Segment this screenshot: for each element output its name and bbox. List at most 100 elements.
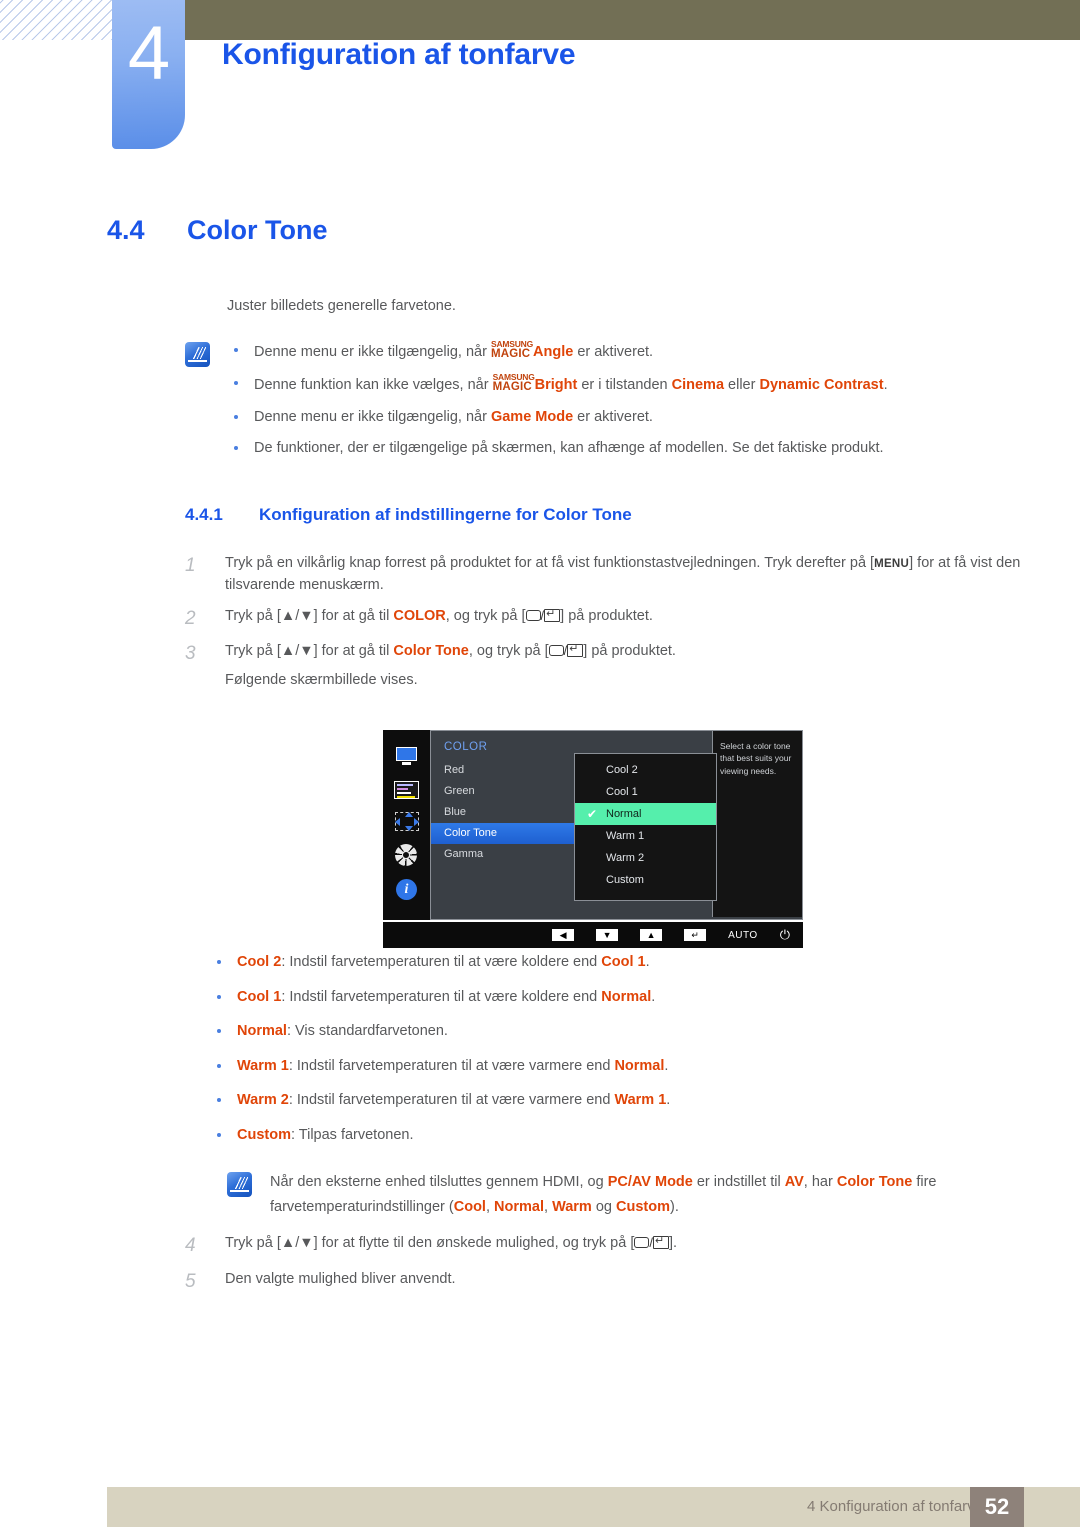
osd-row-blue[interactable]: Blue bbox=[431, 802, 556, 823]
feature-name: Bright bbox=[534, 377, 578, 394]
section-title: Color Tone bbox=[187, 215, 328, 245]
header-band bbox=[185, 0, 1080, 40]
osd-help-text: Select a color tone that best suits your… bbox=[712, 731, 802, 917]
option-term: Cool 1 bbox=[237, 988, 282, 1005]
note-text: De funktioner, der er tilgængelige på sk… bbox=[254, 440, 884, 457]
option-ref: Warm bbox=[552, 1199, 592, 1216]
list-item: Warm 2: Indstil farvetemperaturen til at… bbox=[211, 1090, 1026, 1111]
step-number: 2 bbox=[185, 607, 196, 629]
note-top: Denne menu er ikke tilgængelig, når SAMS… bbox=[185, 340, 1025, 470]
option-period: . bbox=[666, 1092, 671, 1109]
note-text: Denne menu er ikke tilgængelig, når bbox=[254, 343, 491, 360]
osd-option-cool-1[interactable]: Cool 1 bbox=[575, 781, 716, 803]
chapter-title: Konfiguration af tonfarve bbox=[222, 38, 576, 71]
option-period: . bbox=[664, 1057, 669, 1074]
note-conjunction: eller bbox=[724, 377, 760, 394]
osd-key-down[interactable]: ▼ bbox=[596, 929, 619, 941]
osd-menu-panel: COLOR Red Green Blue Color Tone Gamma Co… bbox=[430, 730, 803, 920]
step-text: Tryk på [▲/▼] for at gå til Color Tone, … bbox=[225, 640, 676, 691]
subsection-heading: 4.4.1 Konfiguration af indstillingerne f… bbox=[185, 505, 632, 525]
section-intro: Juster billedets generelle farvetone. bbox=[227, 298, 456, 314]
osd-option-warm-1[interactable]: Warm 1 bbox=[575, 825, 716, 847]
note-top-list: Denne menu er ikke tilgængelig, når SAMS… bbox=[228, 340, 888, 459]
menu-target-label: Color Tone bbox=[393, 643, 469, 660]
menu-ref: PC/AV Mode bbox=[607, 1174, 693, 1190]
feature-name: Game Mode bbox=[490, 408, 574, 425]
header-hatch-decoration bbox=[0, 0, 112, 40]
option-term: Warm 2 bbox=[237, 1092, 289, 1109]
note-text-end: er aktiveret. bbox=[573, 408, 653, 425]
footer-chapter-label: 4 Konfiguration af tonfarve bbox=[807, 1498, 983, 1515]
step-text-part: Tryk på [▲/▼] for at gå til bbox=[225, 643, 394, 660]
section-heading: 4.4 Color Tone bbox=[107, 215, 967, 246]
option-ref: Normal bbox=[601, 988, 652, 1005]
option-desc: : Indstil farvetemperaturen til at være … bbox=[288, 1092, 615, 1109]
monitor-icon[interactable] bbox=[393, 746, 420, 768]
step-text-part: Tryk på [▲/▼] for at flytte til den ønsk… bbox=[225, 1235, 635, 1251]
step-extra-text: Følgende skærmbillede vises. bbox=[225, 671, 418, 688]
osd-button-bar: ◀ ▼ ▲ ↵ AUTO ⏻ bbox=[383, 922, 803, 948]
osd-key-left[interactable]: ◀ bbox=[552, 929, 575, 941]
step-item: 3 Tryk på [▲/▼] for at gå til Color Tone… bbox=[185, 640, 1025, 691]
osd-row-green[interactable]: Green bbox=[431, 781, 556, 802]
note-pen-icon bbox=[185, 342, 210, 367]
chapter-number-badge: 4 bbox=[112, 0, 185, 149]
enter-button-icon bbox=[653, 1233, 669, 1250]
osd-key-up[interactable]: ▲ bbox=[640, 929, 663, 941]
samsung-magic-logo: SAMSUNG MAGIC bbox=[493, 373, 535, 392]
osd-menu-list: COLOR Red Green Blue Color Tone Gamma bbox=[431, 731, 612, 919]
step-item: 5 Den valgte mulighed bliver anvendt. bbox=[185, 1268, 1025, 1296]
osd-key-enter[interactable]: ↵ bbox=[684, 929, 707, 941]
step-number: 1 bbox=[185, 555, 196, 576]
option-ref: Cool bbox=[453, 1199, 486, 1216]
menu-key-label: MENU bbox=[874, 558, 910, 570]
move-icon[interactable] bbox=[394, 812, 419, 831]
osd-auto-label[interactable]: AUTO bbox=[728, 930, 758, 941]
step-number: 5 bbox=[185, 1270, 196, 1292]
step-text-part: , og tryk på [ bbox=[468, 643, 549, 660]
osd-window: COLOR Red Green Blue Color Tone Gamma Co… bbox=[383, 730, 803, 920]
step-item: 4 Tryk på [▲/▼] for at flytte til den øn… bbox=[185, 1232, 1025, 1260]
note-text: Denne menu er ikke tilgængelig, når bbox=[254, 408, 491, 425]
step-text: Den valgte mulighed bliver anvendt. bbox=[225, 1270, 456, 1287]
step-text: Tryk på [▲/▼] for at flytte til den ønsk… bbox=[225, 1232, 677, 1260]
note-bottom: Når den eksterne enhed tilsluttes gennem… bbox=[227, 1170, 1017, 1221]
step-text-part: Tryk på [▲/▼] for at gå til bbox=[225, 607, 394, 624]
osd-option-warm-2[interactable]: Warm 2 bbox=[575, 847, 716, 869]
step-item: 2 Tryk på [▲/▼] for at gå til COLOR, og … bbox=[185, 605, 1025, 633]
list-item: Denne menu er ikke tilgængelig, når Game… bbox=[228, 407, 888, 428]
option-ref: Dynamic Contrast bbox=[759, 377, 884, 394]
note-text: , bbox=[544, 1199, 553, 1216]
osd-row-gamma[interactable]: Gamma bbox=[431, 844, 556, 865]
steps-list-tail: 4 Tryk på [▲/▼] for at flytte til den øn… bbox=[185, 1232, 1025, 1303]
list-item: Warm 1: Indstil farvetemperaturen til at… bbox=[211, 1056, 1026, 1077]
info-icon[interactable] bbox=[393, 879, 420, 901]
osd-option-custom[interactable]: Custom bbox=[575, 869, 716, 891]
menu-ref: Color Tone bbox=[836, 1174, 913, 1190]
sliders-icon[interactable] bbox=[394, 781, 419, 799]
samsung-magic-logo: SAMSUNG MAGIC bbox=[490, 340, 533, 360]
power-icon[interactable]: ⏻ bbox=[780, 927, 790, 943]
step-text-part: Tryk på en vilkårlig knap forrest på pro… bbox=[225, 555, 875, 571]
osd-option-cool-2[interactable]: Cool 2 bbox=[575, 759, 716, 781]
color-tone-option-list: Cool 2: Indstil farvetemperaturen til at… bbox=[211, 952, 1026, 1159]
gear-icon[interactable] bbox=[393, 844, 420, 866]
osd-row-red[interactable]: Red bbox=[431, 760, 556, 781]
step-text-part: , og tryk på [ bbox=[445, 607, 526, 624]
list-item: Custom: Tilpas farvetonen. bbox=[211, 1125, 1026, 1146]
osd-menu-title: COLOR bbox=[444, 741, 488, 753]
option-term: Normal bbox=[237, 1023, 287, 1040]
magic-logo-bottom: MAGIC bbox=[490, 347, 531, 360]
note-text: , har bbox=[803, 1174, 837, 1190]
osd-option-normal[interactable]: Normal bbox=[575, 803, 716, 825]
option-desc: : Indstil farvetemperaturen til at være … bbox=[288, 1057, 615, 1074]
option-period: . bbox=[651, 988, 656, 1005]
step-text-part: ]. bbox=[669, 1235, 678, 1251]
list-item: Cool 1: Indstil farvetemperaturen til at… bbox=[211, 987, 1026, 1008]
list-item: Normal: Vis standardfarvetonen. bbox=[211, 1021, 1026, 1042]
note-text-end: . bbox=[883, 377, 888, 394]
step-item: 1 Tryk på en vilkårlig knap forrest på p… bbox=[185, 552, 1025, 597]
step-text: Tryk på [▲/▼] for at gå til COLOR, og tr… bbox=[225, 605, 653, 633]
option-ref: Normal bbox=[494, 1199, 544, 1216]
step-number: 3 bbox=[185, 643, 196, 665]
